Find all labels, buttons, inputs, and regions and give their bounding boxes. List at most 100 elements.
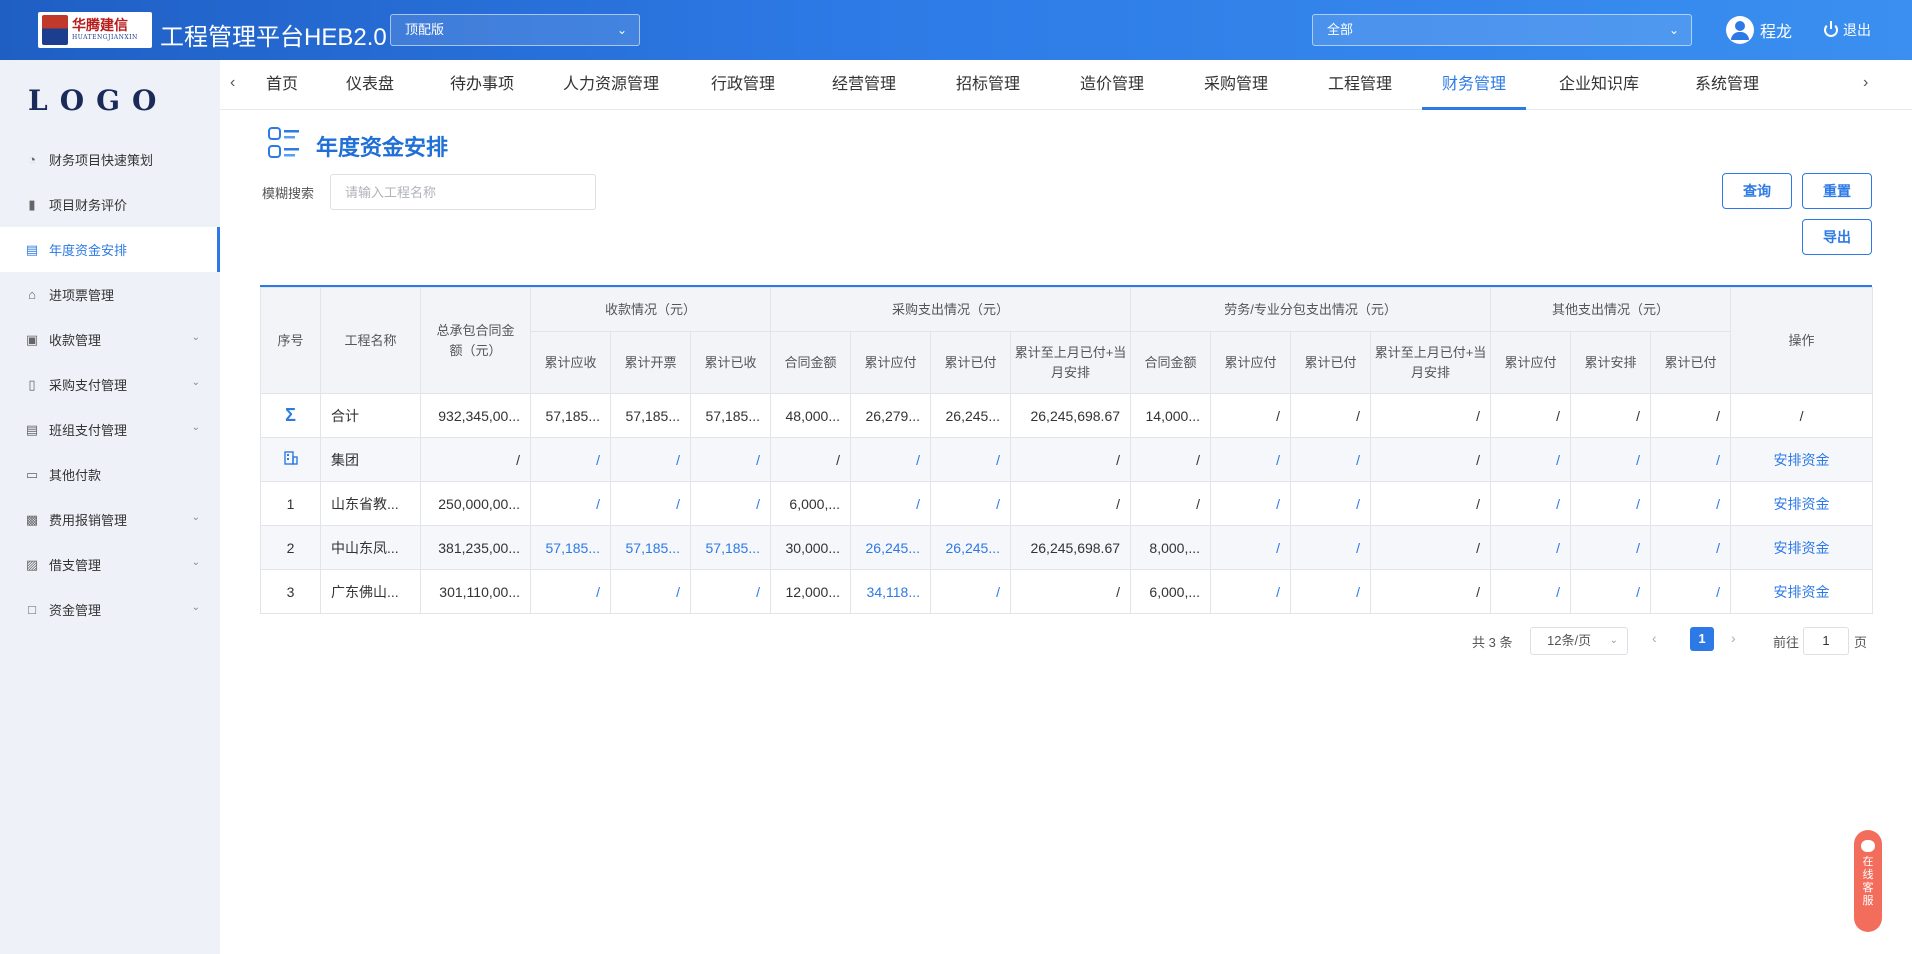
arrange-funds-link[interactable]: 安排资金 (1730, 569, 1874, 614)
table-cell: 48,000... (770, 393, 851, 438)
arrange-funds-link[interactable]: 安排资金 (1730, 525, 1874, 570)
table-cell: / (610, 481, 691, 526)
table-cell[interactable]: 26,245... (850, 525, 931, 570)
chevron-down-icon: ⌄ (191, 422, 200, 433)
nav-tab[interactable]: 人力资源管理 (538, 60, 684, 110)
sidebar-item[interactable]: ▯ 采购支付管理 ⌄ (0, 362, 220, 407)
nav-tab[interactable]: 工程管理 (1298, 60, 1422, 110)
col-header-operation: 操作 (1730, 287, 1874, 394)
page-title: 年度资金安排 (316, 135, 449, 160)
table-cell: / (1210, 525, 1292, 570)
goto-unit: 页 (1854, 635, 1868, 650)
app-title: 工程管理平台HEB2.0 (160, 24, 387, 51)
search-label: 模糊搜索 (262, 186, 315, 201)
table-cell: / (1290, 481, 1372, 526)
table-cell: / (1490, 525, 1572, 570)
table-cell[interactable]: 57,185... (690, 525, 771, 570)
sidebar-item[interactable]: ▭ 其他付款 (0, 452, 220, 497)
table-cell: / (1370, 525, 1492, 570)
table-cell: 6,000,... (1130, 569, 1212, 614)
online-service-button[interactable]: 在线客服 (1854, 830, 1882, 932)
table-cell: 57,185... (690, 393, 771, 438)
nav-tab[interactable]: 首页 (250, 60, 314, 110)
table-cell: 26,245,698.67 (1009, 393, 1132, 438)
nav-scroll-right-icon[interactable]: › (1863, 74, 1868, 92)
nav-tab[interactable]: 经营管理 (802, 60, 926, 110)
query-button[interactable]: 查询 (1722, 173, 1792, 209)
sidebar-item[interactable]: ⌂ 进项票管理 (0, 272, 220, 317)
page-size-select[interactable]: 12条/页 ⌄ (1530, 627, 1628, 655)
nav-tab[interactable]: 系统管理 (1672, 60, 1782, 110)
table-cell: / (850, 437, 931, 482)
logout-button[interactable]: 退出 (1824, 20, 1871, 40)
sidebar-item-label: 资金管理 (49, 603, 102, 618)
sidebar-item[interactable]: ◔ 财务项目快速策划 (0, 137, 220, 182)
search-input[interactable] (330, 174, 596, 210)
table-cell[interactable]: 57,185... (610, 525, 691, 570)
goto-page-input[interactable]: 1 (1803, 627, 1849, 655)
sidebar-item-label: 年度资金安排 (49, 243, 128, 258)
receipt-icon: ▩ (25, 511, 39, 527)
top-nav: ‹ 首页 仪表盘 待办事项 人力资源管理 行政管理 经营管理 招标管理 造价管理 采购管理 工程管… (220, 60, 1912, 110)
logout-label: 退出 (1843, 22, 1871, 38)
sidebar-item[interactable]: ▣ 收款管理 ⌄ (0, 317, 220, 362)
sidebar-item-label: 其他付款 (49, 468, 102, 483)
nav-tab[interactable]: 招标管理 (926, 60, 1050, 110)
power-icon (1824, 21, 1838, 37)
chevron-down-icon: ⌄ (1609, 635, 1618, 646)
brand-name-cn: 华腾建信 (72, 18, 128, 34)
reset-button[interactable]: 重置 (1802, 173, 1872, 209)
scope-select[interactable]: 全部 ⌄ (1312, 14, 1692, 46)
table-cell[interactable]: 26,245... (930, 525, 1011, 570)
nav-tab[interactable]: 财务管理 (1422, 60, 1526, 110)
user-menu[interactable]: 程龙 (1726, 16, 1792, 44)
arrange-funds-link[interactable]: 安排资金 (1730, 437, 1874, 482)
row-index: 3 (260, 569, 321, 614)
next-page-icon[interactable]: › (1731, 630, 1736, 646)
table-cell[interactable]: 57,185... (530, 525, 611, 570)
nav-tab[interactable]: 采购管理 (1174, 60, 1298, 110)
nav-tab[interactable]: 仪表盘 (314, 60, 426, 110)
pagination-total: 共 3 条 (1472, 635, 1513, 650)
sigma-icon: Σ (260, 393, 321, 438)
col-subheader: 累计应付 (1210, 331, 1292, 394)
sidebar-item[interactable]: ▩ 费用报销管理 ⌄ (0, 497, 220, 542)
prev-page-icon[interactable]: ‹ (1652, 630, 1657, 646)
contract-amount: 250,000,00... (420, 481, 531, 526)
table-cell: / (610, 437, 691, 482)
col-subheader: 累计至上月已付+当月安排 (1009, 331, 1132, 394)
sidebar-item[interactable]: ▨ 借支管理 ⌄ (0, 542, 220, 587)
sidebar-item-label: 财务项目快速策划 (49, 153, 154, 168)
chevron-down-icon: ⌄ (191, 557, 200, 568)
nav-scroll-left-icon[interactable]: ‹ (230, 74, 235, 92)
current-page-button[interactable]: 1 (1690, 627, 1714, 651)
table-cell: 8,000,... (1130, 525, 1212, 570)
card-icon: ▭ (25, 466, 39, 482)
table-cell: 6,000,... (770, 481, 851, 526)
edition-select[interactable]: 顶配版 ⌄ (390, 14, 640, 46)
col-subheader: 累计应收 (530, 331, 611, 394)
export-button[interactable]: 导出 (1802, 219, 1872, 255)
table-cell: 57,185... (530, 393, 611, 438)
nav-tab[interactable]: 待办事项 (426, 60, 538, 110)
sidebar-item[interactable]: ▤ 年度资金安排 (0, 227, 220, 272)
col-subheader: 合同金额 (1130, 331, 1212, 394)
table-cell: / (1570, 393, 1652, 438)
sidebar-item-label: 收款管理 (49, 333, 102, 348)
nav-tab[interactable]: 造价管理 (1050, 60, 1174, 110)
arrange-funds-link[interactable]: 安排资金 (1730, 481, 1874, 526)
col-subheader: 累计已付 (930, 331, 1011, 394)
nav-tab[interactable]: 行政管理 (684, 60, 802, 110)
sidebar-item[interactable]: ▮ 项目财务评价 (0, 182, 220, 227)
table-cell[interactable]: 34,118... (850, 569, 931, 614)
brand-name-en: HUATENGJIANXIN (72, 34, 138, 41)
sidebar-item[interactable]: □ 资金管理 ⌄ (0, 587, 220, 632)
nav-tab[interactable]: 企业知识库 (1526, 60, 1672, 110)
table-row: Σ 合计 932,345,00... 57,185... 57,185... 57,185… (260, 393, 1874, 438)
row-index: 2 (260, 525, 321, 570)
sidebar-item-label: 采购支付管理 (49, 378, 128, 393)
col-subheader: 累计已付 (1650, 331, 1732, 394)
table-cell: / (1650, 437, 1732, 482)
sidebar-item[interactable]: ▤ 班组支付管理 ⌄ (0, 407, 220, 452)
contract-amount: / (420, 437, 531, 482)
